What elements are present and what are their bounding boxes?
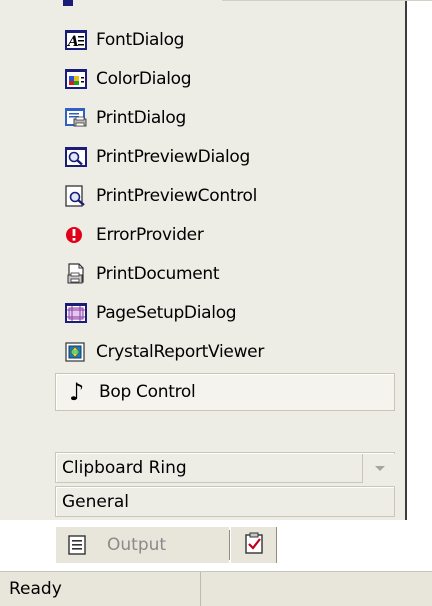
toolbox-item-printpreviewdialog[interactable]: PrintPreviewDialog xyxy=(55,137,395,176)
toolbox-item-label: PrintPreviewControl xyxy=(96,185,258,206)
toolbox-item-bop-control[interactable]: ♪ Bop Control xyxy=(55,373,395,411)
tab-separator xyxy=(229,530,230,560)
tab-task-list[interactable] xyxy=(231,527,277,563)
print-document-icon xyxy=(64,262,88,285)
tab-output-label: Output xyxy=(107,535,167,555)
crystal-report-viewer-icon xyxy=(64,341,88,363)
status-text: Ready xyxy=(9,579,62,599)
toolbox-item-errorprovider[interactable]: ErrorProvider xyxy=(55,215,395,254)
toolbox-item-label: PrintDocument xyxy=(96,263,220,284)
toolbox-item-label: PageSetupDialog xyxy=(96,302,237,323)
toolbox-panel: A FontDialog ColorDialog PrintDialog Pri… xyxy=(0,0,407,520)
chevron-down-icon xyxy=(374,466,385,471)
status-bar: Ready xyxy=(0,571,432,606)
print-dialog-icon xyxy=(64,107,88,129)
toolbox-item-printpreviewcontrol[interactable]: PrintPreviewControl xyxy=(55,176,395,215)
toolbox-tab-label: General xyxy=(62,491,129,512)
page-setup-dialog-icon xyxy=(64,302,88,324)
toolbox-item-label: FontDialog xyxy=(96,29,185,50)
color-dialog-icon xyxy=(64,68,88,90)
toolbox-item-label: PrintDialog xyxy=(96,107,186,128)
toolbox-item-colordialog[interactable]: ColorDialog xyxy=(55,59,395,98)
error-provider-icon xyxy=(64,224,88,246)
toolbox-item-printdialog[interactable]: PrintDialog xyxy=(55,98,395,137)
toolbox-item-label: CrystalReportViewer xyxy=(96,341,265,362)
tab-strip-divider xyxy=(222,0,432,1)
toolbox-item-crystalreportviewer[interactable]: CrystalReportViewer xyxy=(55,332,395,371)
toolbox-item-label: ColorDialog xyxy=(96,68,192,89)
toolbox-scroll-down-button[interactable] xyxy=(362,454,396,483)
toolbox-item-label: PrintPreviewDialog xyxy=(96,146,251,167)
print-preview-control-icon xyxy=(64,184,88,207)
task-list-icon xyxy=(244,532,264,559)
toolbox-item-fontdialog[interactable]: A FontDialog xyxy=(55,20,395,59)
toolbox-item-list: A FontDialog ColorDialog PrintDialog Pri… xyxy=(55,20,395,411)
print-preview-dialog-icon xyxy=(64,146,88,168)
toolbox-item-label: ErrorProvider xyxy=(96,224,204,245)
toolbox-tab-clipboard-ring[interactable]: Clipboard Ring xyxy=(55,452,396,483)
bottom-tab-strip: Output xyxy=(55,527,295,563)
ide-window: A FontDialog ColorDialog PrintDialog Pri… xyxy=(0,0,432,606)
toolbox-item-pagesetupdialog[interactable]: PageSetupDialog xyxy=(55,293,395,332)
toolbox-item-printdocument[interactable]: PrintDocument xyxy=(55,254,395,293)
output-window-icon xyxy=(67,535,87,555)
toolbox-item-label: Bop Control xyxy=(99,382,196,402)
music-note-icon: ♪ xyxy=(69,378,85,406)
partial-item-icon xyxy=(63,0,73,6)
toolbox-tab-label: Clipboard Ring xyxy=(62,457,187,478)
font-dialog-icon: A xyxy=(64,29,88,51)
svg-text:A: A xyxy=(66,34,79,50)
tab-output[interactable]: Output xyxy=(55,527,229,563)
toolbox-tab-general[interactable]: General xyxy=(55,486,395,517)
